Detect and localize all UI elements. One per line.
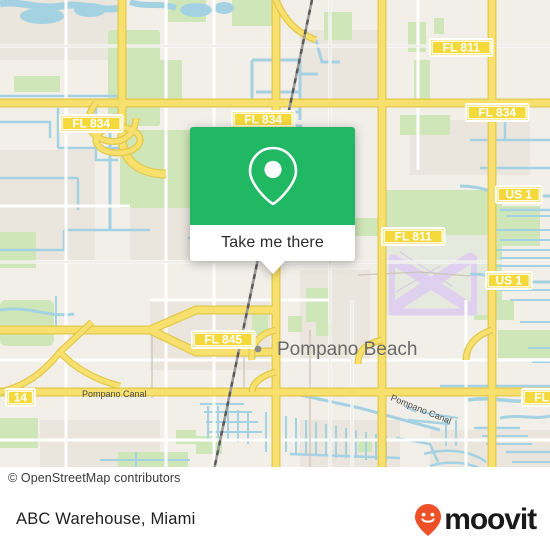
moovit-map-screenshot: Pompano Beach Pompano Canal Pompano Canal… xyxy=(0,0,550,550)
road-shield-label: FL 834 xyxy=(244,112,282,126)
place-title: ABC Warehouse, Miami xyxy=(16,510,196,528)
road-shield: US 1 xyxy=(485,271,533,290)
road-shield: FL 834 xyxy=(465,103,530,122)
road-shield: FL 811 xyxy=(429,38,494,57)
road-shield: FL 811 xyxy=(381,227,446,246)
map-attribution[interactable]: © OpenStreetMap contributors xyxy=(0,467,550,489)
map-place-label: Pompano Beach xyxy=(277,339,418,360)
road-shield-label: FL 845 xyxy=(204,332,242,346)
road-shield-label: FL 834 xyxy=(478,105,516,119)
place-label-layer: Pompano Beach xyxy=(277,339,418,360)
attribution-text: © OpenStreetMap contributors xyxy=(8,471,181,485)
moovit-logo[interactable]: moovit xyxy=(414,502,537,537)
take-me-there-label: Take me there xyxy=(221,234,324,251)
road-shield: FL 814 xyxy=(521,388,550,407)
road-shield: FL 834 xyxy=(231,110,296,129)
road-shield-label: 14 xyxy=(14,390,28,404)
road-shield-label: US 1 xyxy=(495,273,522,287)
moovit-wordmark: moovit xyxy=(444,502,537,536)
road-shield-label: FL 811 xyxy=(443,40,480,54)
map-pin-icon xyxy=(248,146,297,206)
road-shield-label: FL 834 xyxy=(72,116,110,130)
road-shield: 14 xyxy=(5,388,36,407)
popup-media xyxy=(190,127,355,225)
city-point-marker xyxy=(254,345,262,353)
road-shield: FL 845 xyxy=(191,330,256,349)
moovit-pin-smiley-icon xyxy=(415,503,442,536)
map-canvas[interactable]: Pompano Beach Pompano Canal Pompano Canal… xyxy=(0,0,550,489)
road-shield-label: US 1 xyxy=(505,187,532,201)
popup-pointer-tail xyxy=(259,260,286,274)
road-shield: US 1 xyxy=(495,185,543,204)
road-shield-label: FL 814 xyxy=(534,390,550,404)
take-me-there-button[interactable]: Take me there xyxy=(190,225,355,261)
road-shield-label: FL 811 xyxy=(395,229,432,243)
footer-bar: ABC Warehouse, Miami moovit xyxy=(0,489,550,550)
map-waterway-label: Pompano Canal xyxy=(82,389,147,399)
road-shield: FL 834 xyxy=(59,114,124,133)
place-popup-card[interactable]: Take me there xyxy=(190,127,355,274)
